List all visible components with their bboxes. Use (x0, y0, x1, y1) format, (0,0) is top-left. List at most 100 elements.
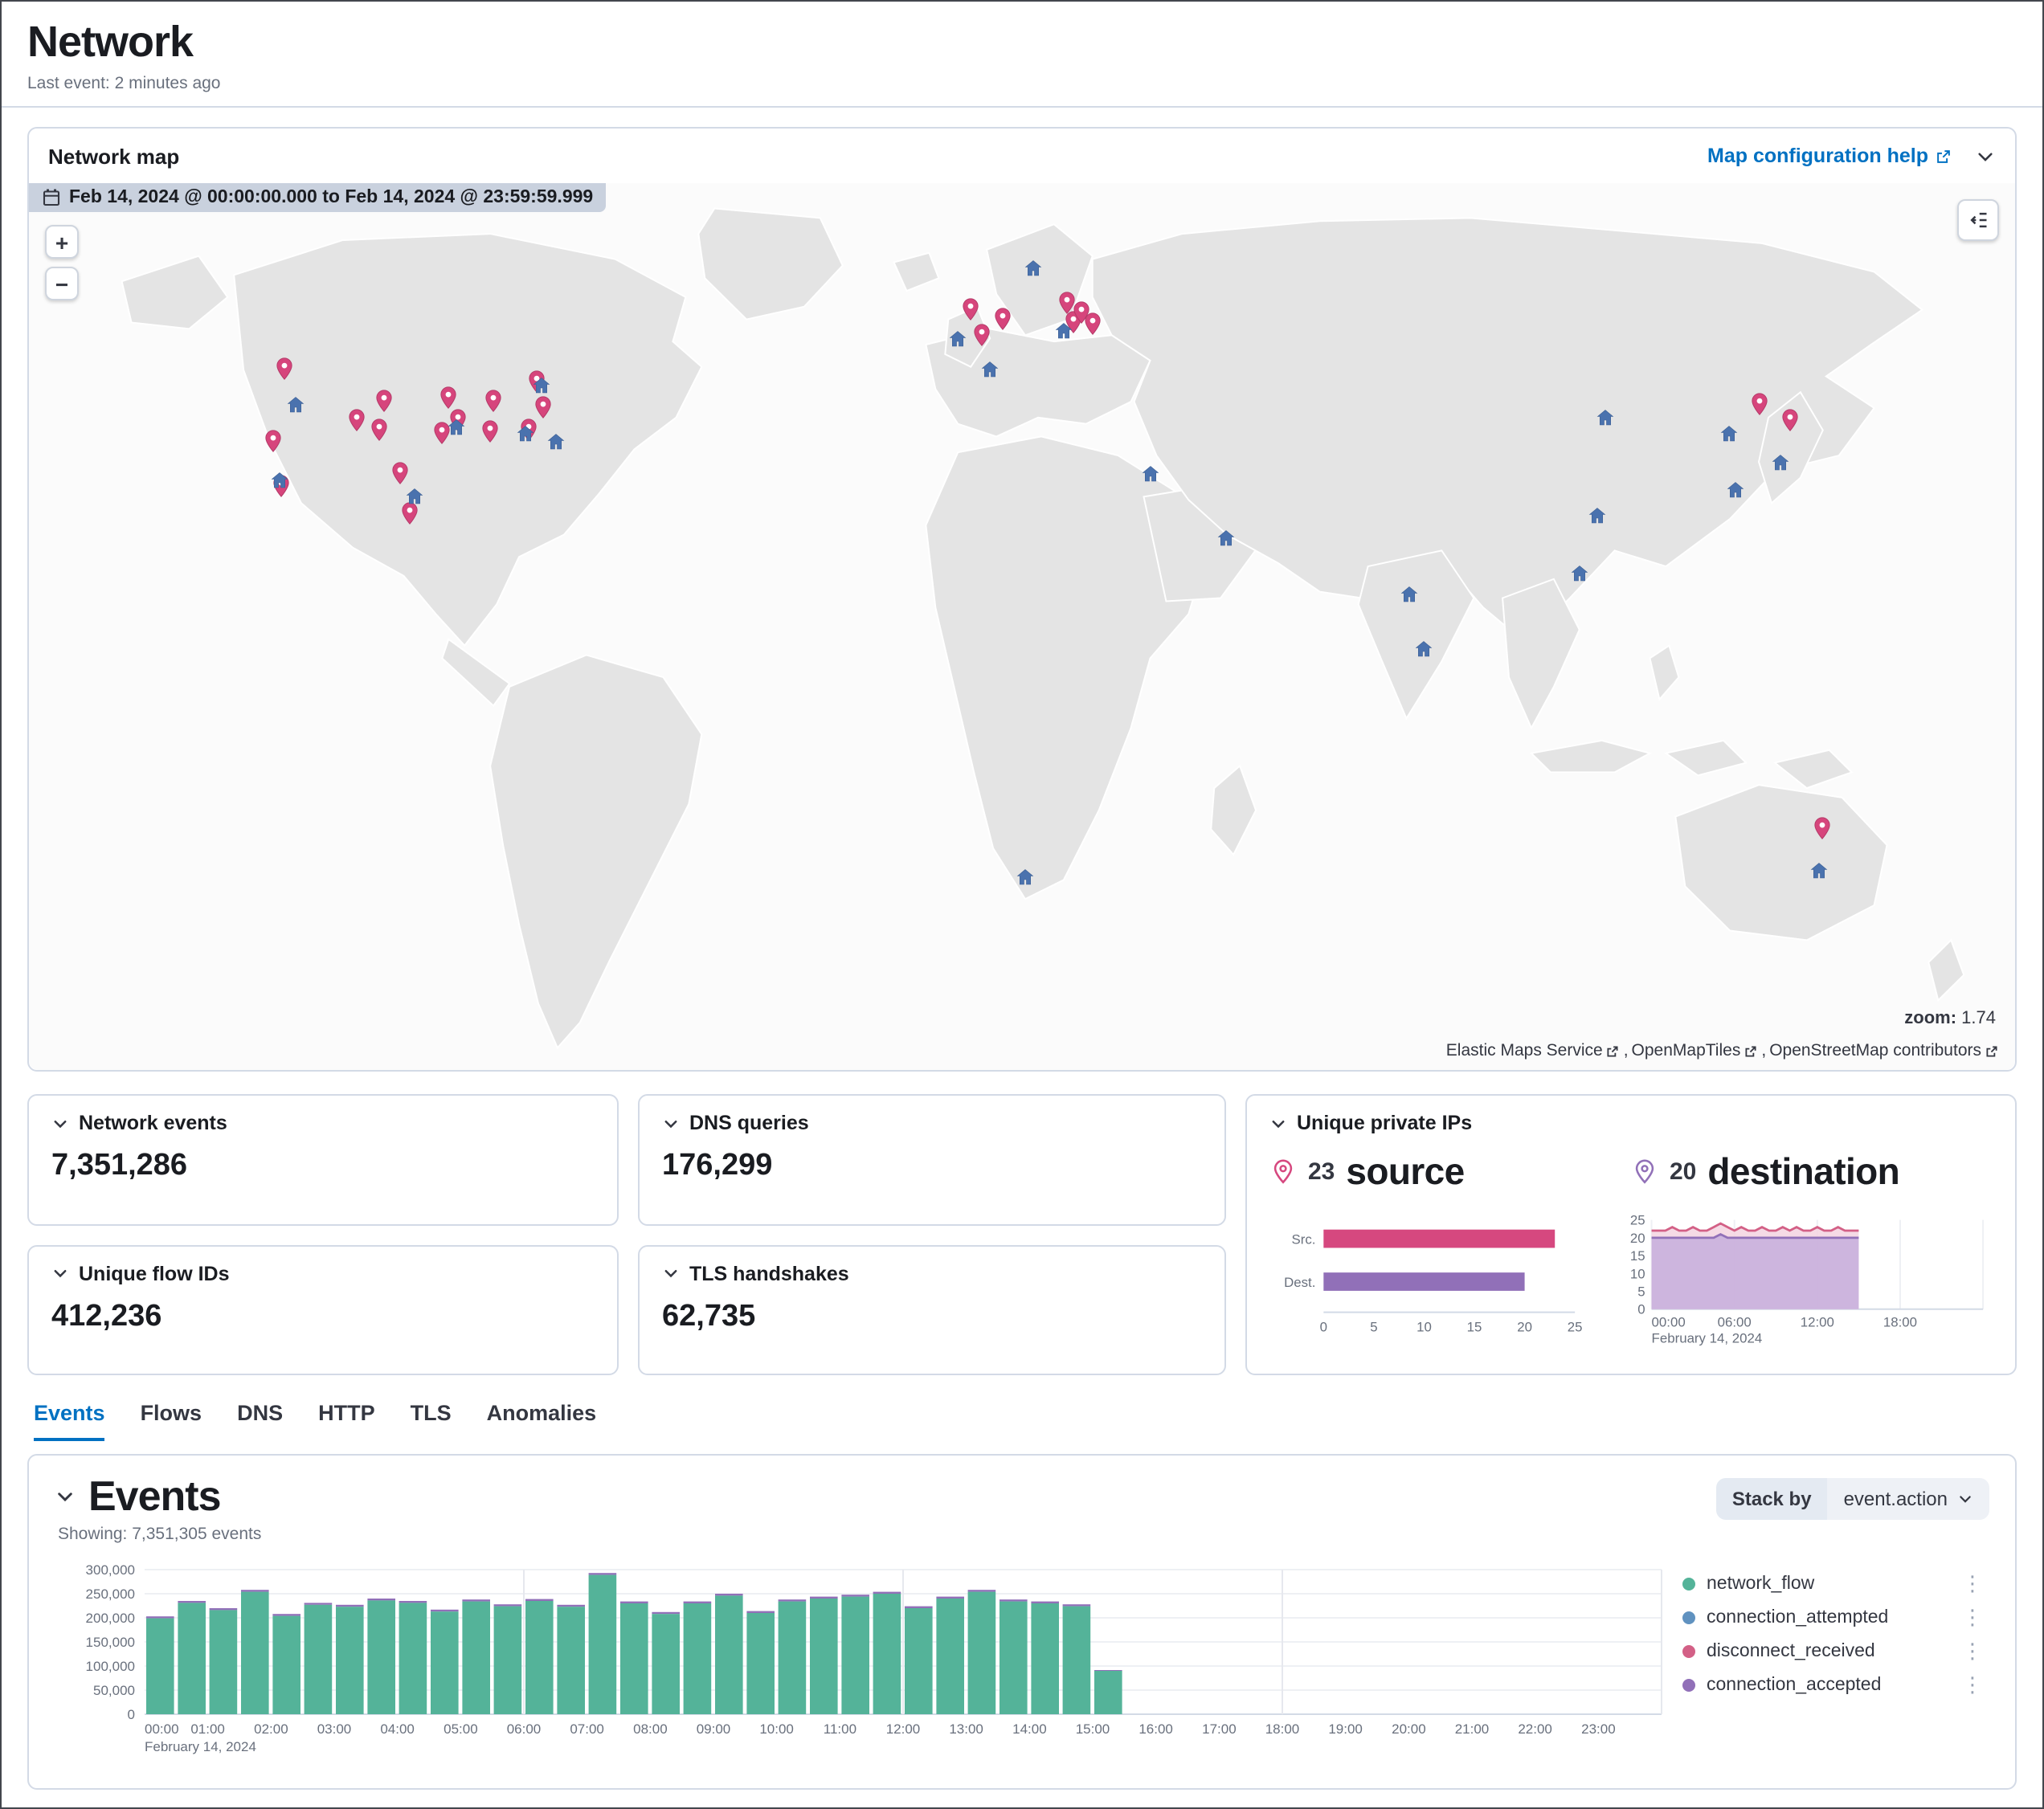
map-panel-collapse-icon[interactable] (1975, 145, 1996, 166)
svg-text:06:00: 06:00 (1718, 1315, 1752, 1330)
map-home-marker[interactable] (1142, 463, 1161, 492)
stack-by-select[interactable]: event.action (1828, 1478, 1989, 1520)
attribution-link-openstreetmap[interactable]: OpenStreetMap contributors (1769, 1041, 1999, 1060)
tab-events[interactable]: Events (34, 1401, 105, 1441)
stack-by-control[interactable]: Stack by event.action (1716, 1478, 1989, 1520)
external-link-icon (1985, 1043, 1999, 1058)
svg-text:19:00: 19:00 (1328, 1721, 1363, 1737)
kpi-value: 7,351,286 (51, 1149, 595, 1184)
chevron-down-icon (1957, 1491, 1973, 1507)
svg-text:15: 15 (1467, 1319, 1482, 1334)
map-home-marker[interactable] (1588, 504, 1608, 533)
legend-item-connection_accepted[interactable]: connection_accepted ⋮ (1682, 1668, 1988, 1701)
map-pin-marker[interactable] (1810, 816, 1834, 848)
chevron-down-icon[interactable] (51, 1264, 69, 1282)
legend-color-dot (1682, 1644, 1695, 1657)
map-pin-marker[interactable] (1081, 312, 1106, 345)
chevron-down-icon[interactable] (1269, 1114, 1287, 1132)
svg-text:20: 20 (1517, 1319, 1532, 1334)
map-home-marker[interactable] (949, 328, 968, 357)
map-pin-marker[interactable] (273, 357, 297, 389)
chevron-down-icon[interactable] (51, 1114, 69, 1132)
source-ips-stat: 23 source (1269, 1150, 1631, 1194)
map-zoom-out-button[interactable]: − (45, 267, 79, 300)
legend-menu-icon[interactable]: ⋮ (1957, 1672, 1988, 1697)
map-panel-title: Network map (48, 144, 179, 168)
legend-item-connection_attempted[interactable]: connection_attempted⋮ (1682, 1600, 1988, 1634)
map-pin-marker[interactable] (1779, 407, 1803, 439)
svg-text:04:00: 04:00 (380, 1721, 415, 1737)
svg-text:250,000: 250,000 (86, 1586, 135, 1602)
map-home-marker[interactable] (1809, 860, 1828, 888)
map-zoom-in-button[interactable]: + (45, 225, 79, 259)
chevron-down-icon[interactable] (662, 1114, 680, 1132)
chevron-down-icon[interactable] (662, 1264, 680, 1282)
svg-text:15: 15 (1630, 1248, 1645, 1264)
map-home-marker[interactable] (1725, 479, 1744, 508)
map-pin-marker[interactable] (990, 306, 1014, 338)
svg-text:Dest.: Dest. (1284, 1275, 1315, 1290)
map-pin-marker[interactable] (366, 417, 390, 449)
svg-text:17:00: 17:00 (1202, 1721, 1237, 1737)
tab-flows[interactable]: Flows (141, 1401, 202, 1441)
tabs-bar: Events Flows DNS HTTP TLS Anomalies (34, 1401, 2017, 1441)
map-pin-marker[interactable] (1747, 391, 1771, 423)
legend-label: connection_accepted (1707, 1675, 1946, 1694)
events-panel: Events Stack by event.action Showing: 7,… (27, 1454, 2017, 1790)
legend-menu-icon[interactable]: ⋮ (1957, 1570, 1988, 1596)
map-zoom-level: zoom: 1.74 (1904, 1009, 1996, 1028)
map-home-marker[interactable] (1771, 451, 1790, 480)
svg-text:10: 10 (1416, 1319, 1432, 1334)
tab-anomalies[interactable]: Anomalies (487, 1401, 597, 1441)
legend-label: network_flow (1707, 1574, 1946, 1593)
events-collapse-icon[interactable] (55, 1486, 76, 1507)
map-home-marker[interactable] (285, 394, 305, 423)
legend-menu-icon[interactable]: ⋮ (1957, 1604, 1988, 1630)
map-pin-marker[interactable] (261, 430, 285, 462)
map-pin-marker[interactable] (481, 389, 505, 421)
svg-text:12:00: 12:00 (886, 1721, 921, 1737)
svg-text:22:00: 22:00 (1518, 1721, 1552, 1737)
map-home-marker[interactable] (269, 469, 288, 498)
map-legend-toggle-button[interactable] (1957, 199, 1999, 241)
map-home-marker[interactable] (1413, 638, 1433, 667)
map-pin-marker[interactable] (372, 389, 396, 421)
svg-text:10: 10 (1630, 1266, 1645, 1281)
map-home-marker[interactable] (1054, 321, 1073, 349)
destination-pin-icon (1631, 1158, 1658, 1186)
map-pin-marker[interactable] (478, 419, 502, 451)
legend-item-network_flow[interactable]: network_flow ⋮ (1682, 1566, 1988, 1600)
map-marker-layer (29, 183, 2015, 1070)
svg-text:5: 5 (1370, 1319, 1377, 1334)
map-home-marker[interactable] (980, 358, 1000, 387)
map-home-marker[interactable] (1596, 406, 1616, 435)
kpi-title: Network events (79, 1112, 227, 1134)
minus-icon: − (55, 271, 68, 296)
map-home-marker[interactable] (532, 374, 551, 403)
map-home-marker[interactable] (405, 485, 424, 514)
map-home-marker[interactable] (1024, 257, 1044, 286)
legend-label: disconnect_received (1707, 1641, 1946, 1660)
map-home-marker[interactable] (1400, 584, 1419, 613)
map-home-marker[interactable] (1217, 527, 1237, 556)
map-home-marker[interactable] (1719, 423, 1739, 451)
map-home-marker[interactable] (1016, 866, 1036, 895)
map-home-marker[interactable] (546, 431, 565, 460)
map-home-marker[interactable] (446, 416, 465, 445)
svg-text:150,000: 150,000 (86, 1635, 135, 1650)
map-configuration-help-link[interactable]: Map configuration help (1707, 145, 1952, 167)
attribution-link-elastic-maps-service[interactable]: Elastic Maps Service (1446, 1041, 1621, 1060)
kpi-value: 62,735 (662, 1299, 1202, 1334)
svg-text:02:00: 02:00 (254, 1721, 288, 1737)
map-home-marker[interactable] (516, 423, 535, 451)
svg-text:200,000: 200,000 (86, 1611, 135, 1626)
tab-http[interactable]: HTTP (318, 1401, 375, 1441)
map-home-marker[interactable] (1571, 561, 1590, 590)
legend-item-disconnect_received[interactable]: disconnect_received ⋮ (1682, 1634, 1988, 1668)
legend-menu-icon[interactable]: ⋮ (1957, 1638, 1988, 1664)
tab-dns[interactable]: DNS (237, 1401, 283, 1441)
map-canvas[interactable]: Feb 14, 2024 @ 00:00:00.000 to Feb 14, 2… (29, 183, 2015, 1070)
map-pin-marker[interactable] (345, 407, 369, 439)
attribution-link-openmaptiles[interactable]: OpenMapTiles (1632, 1041, 1759, 1060)
tab-tls[interactable]: TLS (411, 1401, 452, 1441)
